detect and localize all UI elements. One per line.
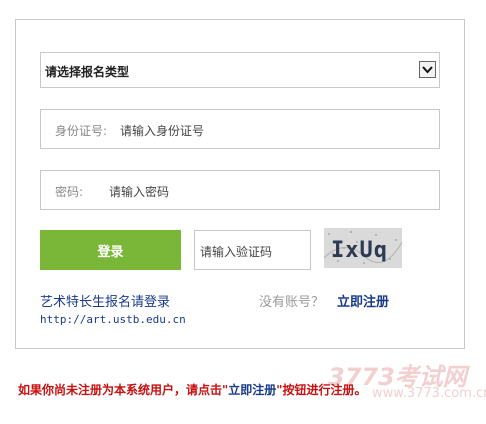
register-notice: 如果你尚未注册为本系统用户，请点击"立即注册"按钮进行注册。 <box>18 381 367 398</box>
register-link[interactable]: 立即注册 <box>337 291 389 310</box>
watermark-url: www.3773.com.cn <box>372 386 486 401</box>
captcha-image[interactable]: IxUq <box>323 228 403 268</box>
id-number-placeholder: 请输入身份证号 <box>120 124 205 138</box>
notice-text-after: "按钮进行注册。 <box>276 383 367 397</box>
chevron-down-icon[interactable] <box>419 61 436 78</box>
art-student-login-link[interactable]: 艺术特长生报名请登录 <box>40 291 170 310</box>
notice-text-before: 如果你尚未注册为本系统用户，请点击" <box>18 383 229 397</box>
site-url-link[interactable]: http://art.ustb.edu.cn <box>40 313 186 326</box>
password-label: 密码: <box>55 185 84 199</box>
captcha-placeholder: 请输入验证码 <box>200 245 273 259</box>
password-field[interactable]: 密码: 请输入密码 <box>40 170 440 210</box>
captcha-text: IxUq <box>331 238 388 263</box>
password-placeholder: 请输入密码 <box>109 185 170 199</box>
id-number-field[interactable]: 身份证号: 请输入身份证号 <box>40 109 440 149</box>
notice-register-link[interactable]: 立即注册 <box>228 383 276 397</box>
captcha-input[interactable]: 请输入验证码 <box>194 230 311 270</box>
registration-type-select[interactable]: 请选择报名类型 <box>40 52 440 88</box>
id-number-label: 身份证号: <box>55 124 108 138</box>
no-account-text: 没有账号？ <box>259 295 325 310</box>
login-button[interactable]: 登录 <box>40 230 181 270</box>
registration-type-label: 请选择报名类型 <box>45 65 130 79</box>
